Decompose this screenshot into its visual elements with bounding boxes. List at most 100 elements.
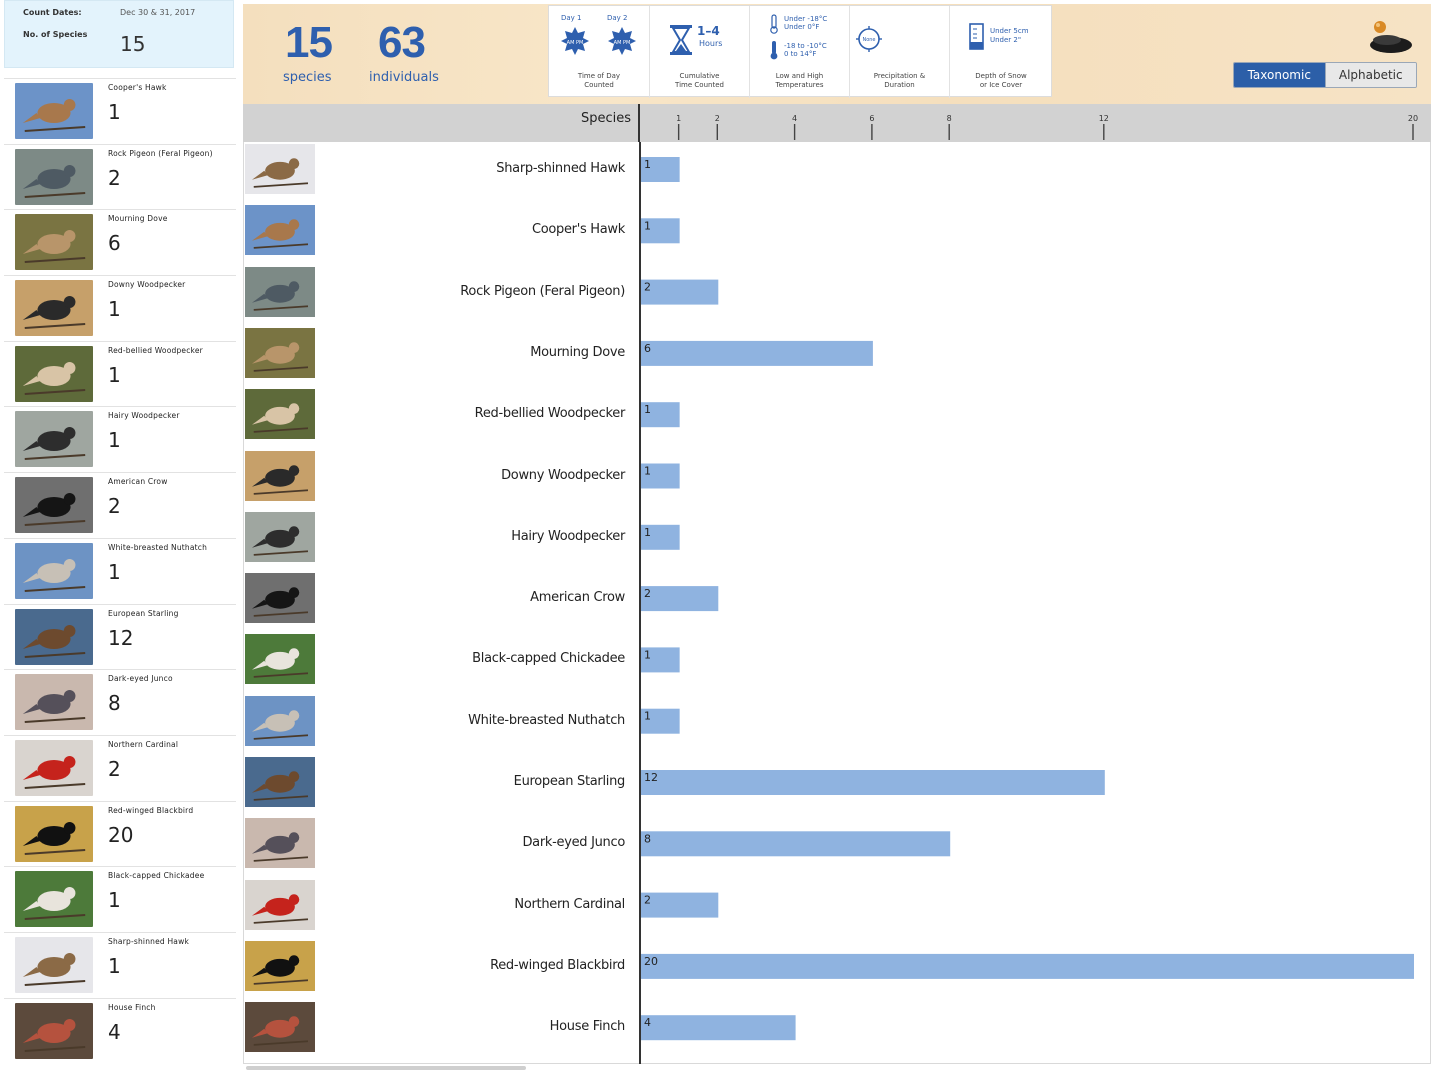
summary-header: 15 species 63 individuals Day 1 Day 2 AM… bbox=[243, 4, 1431, 104]
species-name: Cooper's Hawk bbox=[108, 83, 167, 92]
thermometer-high-icon bbox=[770, 41, 778, 60]
species-photo bbox=[15, 345, 93, 402]
feeder-logo-icon bbox=[1370, 21, 1412, 53]
species-photo bbox=[15, 214, 93, 271]
sidebar-species-item[interactable]: Red-winged Blackbird 20 bbox=[4, 800, 236, 867]
sidebar-species-item[interactable]: Downy Woodpecker 1 bbox=[4, 275, 236, 341]
sidebar-species-item[interactable]: Rock Pigeon (Feral Pigeon) 2 bbox=[4, 143, 236, 210]
species-count: 2 bbox=[108, 756, 121, 781]
individuals-total: 63 bbox=[378, 18, 426, 67]
species-count: 1 bbox=[108, 297, 121, 322]
day1-label: Day 1 bbox=[561, 14, 582, 22]
day2-sun-icon: AM PM bbox=[608, 27, 636, 55]
precip-icon-text: None bbox=[862, 37, 875, 43]
species-name: American Crow bbox=[108, 477, 168, 487]
bar bbox=[641, 279, 719, 305]
horizontal-scrollbar[interactable] bbox=[246, 1066, 526, 1070]
species-name: Red-bellied Woodpecker bbox=[108, 345, 203, 355]
alphabetic-sort-button[interactable]: Alphabetic bbox=[1324, 63, 1416, 87]
sidebar-species-item[interactable]: House Finch 4 bbox=[4, 997, 236, 1064]
snow-depth-in: Under 2" bbox=[990, 36, 1022, 44]
species-photo bbox=[15, 477, 93, 534]
sidebar-species-item[interactable]: Northern Cardinal 2 bbox=[4, 734, 236, 801]
sidebar-species-item[interactable]: Hairy Woodpecker 1 bbox=[4, 406, 236, 472]
sidebar-species-item[interactable]: American Crow 2 bbox=[4, 472, 236, 538]
bar bbox=[641, 1015, 796, 1041]
species-name: House Finch bbox=[108, 1002, 156, 1012]
time-of-day-caption: Time of Day Counted bbox=[577, 72, 621, 89]
species-name: Red-winged Blackbird bbox=[108, 805, 194, 815]
temperature-caption: Low and High Temperatures bbox=[775, 72, 824, 89]
species-count: 20 bbox=[108, 822, 134, 847]
bar-value-label: 1 bbox=[644, 526, 651, 539]
individuals-total-label: individuals bbox=[369, 70, 439, 85]
bar bbox=[641, 892, 719, 918]
species-count: 6 bbox=[108, 231, 121, 256]
bar-value-label: 1 bbox=[644, 710, 651, 723]
species-photo bbox=[15, 83, 93, 139]
sidebar-species-item[interactable]: Black-capped Chickadee 1 bbox=[4, 866, 236, 932]
taxonomic-sort-button[interactable]: Taxonomic bbox=[1234, 63, 1325, 87]
sidebar-species-item[interactable]: Sharp-shinned Hawk 1 bbox=[4, 931, 236, 998]
temperature-cell: Under -18°C Under 0°F -18 to -10°C 0 to … bbox=[750, 6, 850, 98]
species-photo bbox=[15, 608, 93, 665]
x-tick-label: 20 bbox=[1408, 114, 1418, 123]
x-tick-label: 2 bbox=[715, 114, 720, 123]
snow-gauge-icon bbox=[969, 23, 984, 50]
x-tick-label: 4 bbox=[792, 114, 797, 123]
species-name: White-breasted Nuthatch bbox=[108, 542, 208, 552]
count-dates-label: Count Dates: bbox=[23, 8, 82, 17]
snow-caption: Depth of Snow or Ice Cover bbox=[975, 72, 1027, 89]
bar-value-label: 1 bbox=[644, 219, 651, 232]
species-count: 12 bbox=[108, 625, 134, 650]
species-name: Rock Pigeon (Feral Pigeon) bbox=[108, 148, 213, 158]
species-photo bbox=[15, 805, 93, 862]
species-count: 4 bbox=[108, 1019, 121, 1044]
cumulative-time-cell: 1–4 Hours Cumulative Time Counted bbox=[650, 6, 750, 98]
snow-depth-cm: Under 5cm bbox=[990, 27, 1029, 35]
bar-value-label: 20 bbox=[644, 955, 658, 968]
bar bbox=[641, 586, 719, 612]
species-count: 1 bbox=[108, 362, 121, 387]
species-photo bbox=[15, 148, 93, 205]
sort-toggle: Taxonomic Alphabetic bbox=[1233, 62, 1417, 88]
hours-value: 1–4 bbox=[697, 24, 720, 38]
species-name: Mourning Dove bbox=[108, 214, 168, 224]
temp-low-f: Under 0°F bbox=[784, 23, 820, 31]
x-tick-label: 6 bbox=[869, 114, 874, 123]
precipitation-none-icon: None bbox=[856, 26, 882, 52]
hours-label: Hours bbox=[699, 39, 723, 48]
bar bbox=[641, 770, 1105, 795]
sidebar-species-item[interactable]: Mourning Dove 6 bbox=[4, 209, 236, 275]
sidebar-species-item[interactable]: Dark-eyed Junco 8 bbox=[4, 669, 236, 735]
bar bbox=[641, 953, 1414, 979]
species-total: 15 bbox=[285, 18, 333, 67]
species-count: 1 bbox=[108, 559, 121, 584]
x-tick-label: 1 bbox=[676, 114, 681, 123]
species-photo bbox=[15, 871, 93, 928]
species-bar-chart: Sharp-shinned Hawk Cooper's Hawk Rock Pige… bbox=[243, 142, 1431, 1064]
sidebar-species-item[interactable]: White-breasted Nuthatch 1 bbox=[4, 537, 236, 604]
temp-high-c: -18 to -10°C bbox=[784, 42, 827, 50]
bar-value-label: 6 bbox=[644, 342, 651, 355]
y-axis-line bbox=[639, 142, 641, 1064]
bar-value-label: 1 bbox=[644, 465, 651, 478]
species-photo bbox=[15, 542, 93, 599]
sidebar-species-item[interactable]: European Starling 12 bbox=[4, 603, 236, 670]
species-count: 1 bbox=[108, 100, 121, 124]
am-pm-text-1: AM PM bbox=[567, 40, 584, 46]
species-count: 1 bbox=[108, 428, 121, 453]
species-name: European Starling bbox=[108, 608, 179, 618]
day1-sun-icon: AM PM bbox=[561, 27, 589, 55]
bar-value-label: 2 bbox=[644, 281, 651, 294]
checklist-page: Count Dates: Dec 30 & 31, 2017 No. of Sp… bbox=[0, 0, 1435, 1071]
hourglass-icon bbox=[670, 25, 692, 55]
species-name: Dark-eyed Junco bbox=[108, 674, 173, 684]
sidebar-species-item[interactable]: Cooper's Hawk 1 bbox=[4, 78, 236, 144]
time-of-day-cell: Day 1 Day 2 AM PM AM PM Time of Day Coun… bbox=[549, 6, 650, 98]
sidebar-species-item[interactable]: Red-bellied Woodpecker 1 bbox=[4, 340, 236, 407]
species-count-label: No. of Species bbox=[23, 30, 88, 39]
temp-high-f: 0 to 14°F bbox=[784, 50, 817, 58]
species-photo bbox=[15, 1002, 93, 1059]
x-tick-label: 12 bbox=[1099, 114, 1109, 123]
